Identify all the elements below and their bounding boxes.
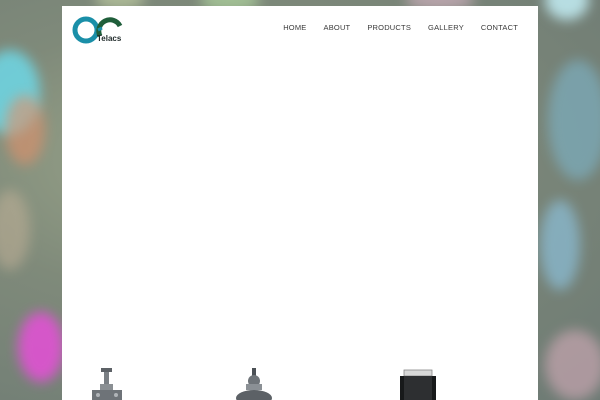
nav-item-home[interactable]: HOME <box>283 23 306 32</box>
brand-name: Telacs <box>97 34 122 43</box>
content-panel: Telacs HOME ABOUT PRODUCTS GALLERY CONTA… <box>62 6 538 400</box>
nav-item-gallery[interactable]: GALLERY <box>428 23 464 32</box>
bokeh-light <box>545 0 589 20</box>
actuator-product-icon[interactable] <box>234 366 274 400</box>
bokeh-light <box>5 95 45 165</box>
product-strip <box>62 366 538 400</box>
cylinder-product-icon[interactable] <box>398 366 438 400</box>
bokeh-light <box>18 312 64 382</box>
main-nav: HOME ABOUT PRODUCTS GALLERY CONTACT <box>283 23 518 32</box>
nav-item-contact[interactable]: CONTACT <box>481 23 518 32</box>
bokeh-light <box>0 190 30 270</box>
valve-product-icon[interactable] <box>90 366 124 400</box>
bokeh-light <box>545 330 600 400</box>
nav-item-about[interactable]: ABOUT <box>324 23 351 32</box>
bokeh-light <box>540 200 580 290</box>
site-logo[interactable]: Telacs <box>72 14 124 46</box>
bokeh-light <box>548 60 600 180</box>
nav-item-products[interactable]: PRODUCTS <box>367 23 411 32</box>
